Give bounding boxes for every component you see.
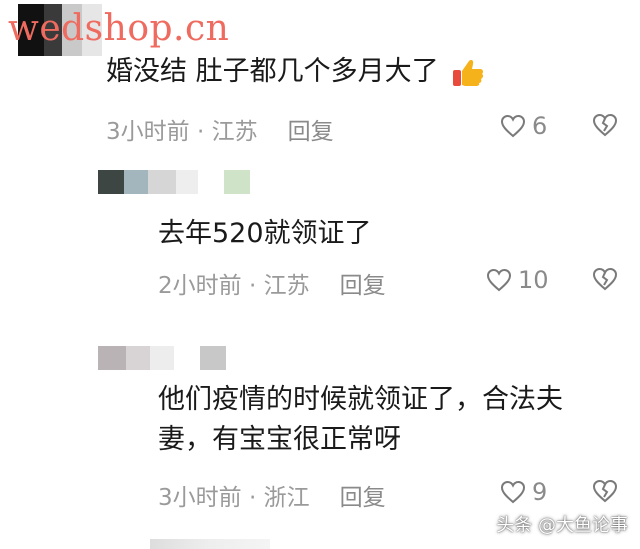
comment-3-text: 他们疫情的时候就领证了，合法夫 妻，有宝宝很正常呀 [158, 380, 563, 460]
next-comment-blurred [150, 539, 270, 549]
source-brand: 头条 @大鱼论事 [496, 515, 628, 536]
comment-3-line-2: 妻，有宝宝很正常呀 [158, 424, 401, 455]
comment-1-like-button[interactable]: 6 [500, 112, 547, 140]
comment-3-like-button[interactable]: 9 [500, 478, 547, 506]
comment-1-text: 婚没结 肚子都几个多月大了 [106, 52, 485, 92]
comment-2-reply-button[interactable]: 回复 [340, 266, 386, 300]
comment-1-like-count: 6 [532, 112, 548, 140]
thumbs-up-icon [451, 57, 485, 89]
comment-1-body: 婚没结 肚子都几个多月大了 [106, 56, 439, 87]
comment-3-meta: 3小时前 · 浙江 回复 [158, 478, 386, 512]
comment-3-reply-button[interactable]: 回复 [340, 478, 386, 512]
comment-3-time: 3小时前 · 浙江 [158, 485, 310, 511]
broken-heart-icon[interactable] [592, 266, 618, 292]
comment-3-line-1: 他们疫情的时候就领证了，合法夫 [158, 384, 563, 415]
broken-heart-icon[interactable] [592, 478, 618, 504]
heart-outline-icon [500, 480, 526, 504]
username-blurred[interactable] [98, 170, 250, 194]
comment-1-time: 3小时前 · 江苏 [106, 119, 258, 145]
comment-3-like-count: 9 [532, 478, 548, 506]
comment-2-text: 去年520就领证了 [158, 218, 372, 249]
comment-2-like-button[interactable]: 10 [486, 266, 549, 294]
comment-2-meta: 2小时前 · 江苏 回复 [158, 266, 386, 300]
username-blurred[interactable] [98, 346, 226, 370]
comment-2-time: 2小时前 · 江苏 [158, 273, 310, 299]
heart-outline-icon [486, 268, 512, 292]
comment-1-reply-button[interactable]: 回复 [288, 112, 334, 146]
heart-outline-icon [500, 114, 526, 138]
comment-2-like-count: 10 [518, 266, 549, 294]
comment-1-meta: 3小时前 · 江苏 回复 [106, 112, 334, 146]
broken-heart-icon[interactable] [592, 112, 618, 138]
site-watermark: wedshop.cn [8, 8, 230, 49]
